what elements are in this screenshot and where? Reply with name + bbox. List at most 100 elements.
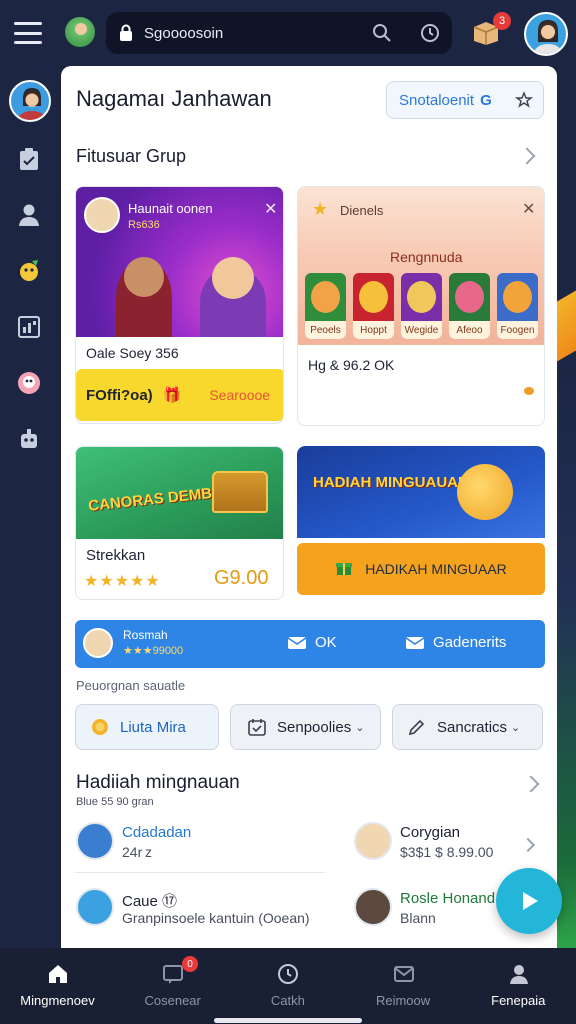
list-item[interactable]: Rosle Honand Blann (354, 888, 504, 930)
weekly-reward-label: HADIKAH MINGUAAR (365, 561, 507, 577)
list-item[interactable]: Caue ⑰ Granpinsoele kantuin (Ooean) (76, 888, 346, 930)
card2-label: Dienels (340, 203, 384, 218)
search-icon[interactable] (372, 23, 392, 43)
card1-caption: Oale Soey 356 (86, 345, 179, 361)
filter-dropdown-3[interactable]: Sancratics ⌄ (392, 704, 543, 750)
play-fab-button[interactable] (496, 868, 562, 934)
search-bar[interactable] (106, 12, 452, 54)
mail-icon (393, 966, 414, 982)
banner-score: ★★★99000 (123, 645, 184, 657)
sort-label: Snotaloenit (399, 91, 475, 109)
chevron-down-icon: ⌄ (511, 721, 521, 734)
nav-label: Reimoow (375, 993, 431, 1008)
weekly-chevron-icon[interactable] (522, 775, 540, 793)
star-icon: ★ (312, 199, 329, 219)
tile-label: Foogen (497, 321, 538, 339)
search-input[interactable] (144, 20, 364, 46)
card1-art-title: Haunait oonen (128, 201, 213, 216)
close-icon[interactable]: ✕ (264, 199, 277, 219)
list-avatar (76, 888, 114, 926)
game-tile[interactable]: Peoels (305, 273, 346, 339)
rail-avatar[interactable] (9, 80, 51, 122)
menu-icon[interactable] (14, 22, 42, 44)
card1-artwork: Haunait oonen Rs636 ✕ (76, 187, 283, 337)
weekly-reward-button[interactable]: HADIKAH MINGUAAR (297, 543, 545, 595)
main-panel: Nagamaı Janhawan Snotaloenit G Fitusuar … (61, 66, 557, 948)
weekly-section-title: Hadiiah mingnauan (76, 772, 240, 793)
list-item-name: Cdadadan (122, 824, 192, 841)
list-avatar (354, 888, 392, 926)
card4-logo: HADIAH MINGUAUAR (313, 474, 469, 491)
list-item-meta: 24r z (122, 844, 153, 860)
weekly-section-subtitle: Blue 55 90 gran (76, 796, 154, 808)
badge-icon (92, 719, 108, 735)
list-item-name: Caue ⑰ (122, 893, 178, 910)
card3-caption: Strekkan (86, 547, 146, 564)
nav-messages[interactable]: Cosenear (115, 948, 230, 1024)
filter-chip-1[interactable]: Liuta Mira (75, 704, 219, 750)
history-icon[interactable] (420, 23, 440, 43)
group-card-1[interactable]: Haunait oonen Rs636 ✕ Oale Soey 356 FOff… (75, 186, 284, 424)
nav-clock[interactable]: Catkh (230, 948, 345, 1024)
calendar-check-icon (248, 719, 266, 736)
mascot-icon[interactable] (16, 258, 42, 284)
nav-inbox[interactable]: Reimoow (346, 948, 461, 1024)
clipboard-icon[interactable] (16, 146, 42, 172)
game-tile[interactable]: Foogen (497, 273, 538, 339)
user-icon[interactable] (16, 202, 42, 228)
group-card-2[interactable]: ★ Dienels ✕ Rengnnuda Peoels Hoppt Wegid… (297, 186, 545, 426)
card1-cta-label: Searoooe (209, 387, 271, 403)
card1-art-subtitle: Rs636 (128, 219, 160, 231)
mail-icon (287, 636, 307, 649)
nav-notification-badge: 0 (182, 956, 198, 972)
top-bar: 3 (0, 0, 576, 66)
list-item-meta: Blann (400, 910, 436, 926)
nav-label: Catkh (270, 993, 305, 1008)
tile-art (311, 281, 340, 313)
banner-avatar[interactable] (83, 628, 113, 658)
group-section-title: Fitusuar Grup (76, 146, 187, 166)
close-icon[interactable]: ✕ (522, 199, 535, 219)
filter-label: Liuta Mira (120, 718, 186, 736)
rating-stars: ★★★★★ (84, 573, 161, 590)
left-rail (0, 66, 60, 950)
treasure-chest-icon (212, 471, 268, 513)
ok-button[interactable]: OK (287, 634, 337, 651)
play-icon (523, 892, 538, 910)
sort-button[interactable]: Snotaloenit G (386, 81, 544, 119)
home-icon (49, 965, 67, 983)
robot-icon[interactable] (16, 426, 42, 452)
chevron-down-icon: ⌄ (355, 721, 365, 734)
card1-cta[interactable]: FOffi?oa) 🎁 Searoooe (76, 369, 283, 421)
person-face (124, 257, 164, 297)
group-chevron-icon[interactable] (518, 147, 536, 165)
calendar-button[interactable]: Gadenerits (405, 634, 506, 651)
user-banner: Rosmah ★★★99000 OK Gadenerits (75, 620, 545, 668)
nav-profile[interactable]: Fenepaia (461, 948, 576, 1024)
nav-home[interactable]: Mingmenoev (0, 948, 115, 1024)
tile-label: Wegide (401, 321, 442, 339)
filter-dropdown-2[interactable]: Senpoolies ⌄ (230, 704, 381, 750)
banner-name: Rosmah (123, 628, 168, 642)
pet-icon[interactable] (16, 370, 42, 396)
lock-icon (120, 24, 132, 41)
game-tile[interactable]: Wegide (401, 273, 442, 339)
game-tile[interactable]: Hoppt (353, 273, 394, 339)
group-card-3[interactable]: CANORAS DEMBAWAN Strekkan ★★★★★ G9.00 (75, 446, 284, 600)
card1-cta-bold: FOffi?oa) (86, 386, 153, 404)
home-indicator (214, 1018, 362, 1023)
list-item[interactable]: Corygian $3$1 $ 8.99.00 (354, 822, 544, 864)
list-item[interactable]: Cdadadan 24r z (76, 822, 326, 864)
list-item-meta: $3$1 $ 8.99.00 (400, 844, 494, 860)
app-logo[interactable] (63, 15, 97, 49)
tile-art (359, 281, 388, 313)
profile-avatar[interactable] (524, 12, 568, 56)
report-icon[interactable] (16, 314, 42, 340)
nav-label: Fenepaia (491, 993, 546, 1008)
list-avatar (76, 822, 114, 860)
divider (75, 872, 325, 873)
game-tile[interactable]: Afeoo (449, 273, 490, 339)
card2-heading: Rengnnuda (390, 249, 463, 265)
group-card-4[interactable]: HADIAH MINGUAUAR HADIKAH MINGUAAR (297, 446, 545, 600)
nav-label: Cosenear (144, 993, 201, 1008)
